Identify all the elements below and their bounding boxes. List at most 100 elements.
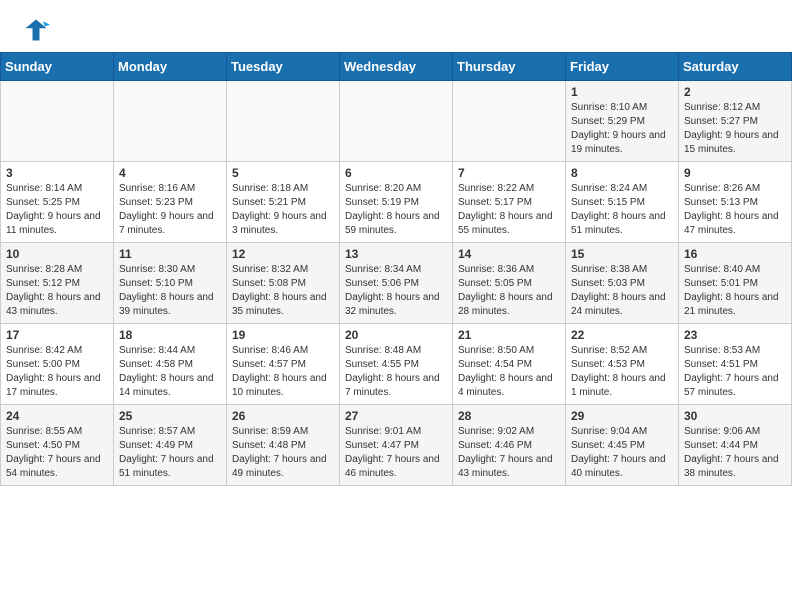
calendar-cell: 15 Sunrise: 8:38 AM Sunset: 5:03 PM Dayli… <box>566 243 679 324</box>
day-info: Sunrise: 8:42 AM Sunset: 5:00 PM Dayligh… <box>6 344 108 400</box>
header-row: Sunday Monday Tuesday Wednesday Thursday… <box>1 53 792 81</box>
day-info: Sunrise: 8:22 AM Sunset: 5:17 PM Dayligh… <box>458 182 560 238</box>
day-number: 1 <box>571 85 673 99</box>
calendar-cell: 30 Sunrise: 9:06 AM Sunset: 4:44 PM Dayli… <box>679 405 792 486</box>
day-info: Sunrise: 8:24 AM Sunset: 5:15 PM Dayligh… <box>571 182 673 238</box>
calendar-cell: 22 Sunrise: 8:52 AM Sunset: 4:53 PM Dayli… <box>566 324 679 405</box>
calendar-cell: 21 Sunrise: 8:50 AM Sunset: 4:54 PM Dayli… <box>453 324 566 405</box>
col-tuesday: Tuesday <box>227 53 340 81</box>
day-info: Sunrise: 8:46 AM Sunset: 4:57 PM Dayligh… <box>232 344 334 400</box>
day-number: 26 <box>232 409 334 423</box>
calendar-cell: 17 Sunrise: 8:42 AM Sunset: 5:00 PM Dayli… <box>1 324 114 405</box>
day-number: 24 <box>6 409 108 423</box>
day-info: Sunrise: 9:06 AM Sunset: 4:44 PM Dayligh… <box>684 425 786 481</box>
day-number: 27 <box>345 409 447 423</box>
calendar-week-2: 3 Sunrise: 8:14 AM Sunset: 5:25 PM Daylig… <box>1 162 792 243</box>
day-number: 20 <box>345 328 447 342</box>
day-info: Sunrise: 9:02 AM Sunset: 4:46 PM Dayligh… <box>458 425 560 481</box>
day-number: 9 <box>684 166 786 180</box>
calendar-week-5: 24 Sunrise: 8:55 AM Sunset: 4:50 PM Dayli… <box>1 405 792 486</box>
col-friday: Friday <box>566 53 679 81</box>
calendar-week-3: 10 Sunrise: 8:28 AM Sunset: 5:12 PM Dayli… <box>1 243 792 324</box>
calendar-cell: 27 Sunrise: 9:01 AM Sunset: 4:47 PM Dayli… <box>340 405 453 486</box>
day-info: Sunrise: 8:26 AM Sunset: 5:13 PM Dayligh… <box>684 182 786 238</box>
col-saturday: Saturday <box>679 53 792 81</box>
calendar-cell: 2 Sunrise: 8:12 AM Sunset: 5:27 PM Daylig… <box>679 81 792 162</box>
day-info: Sunrise: 8:12 AM Sunset: 5:27 PM Dayligh… <box>684 101 786 157</box>
day-info: Sunrise: 8:30 AM Sunset: 5:10 PM Dayligh… <box>119 263 221 319</box>
calendar-cell <box>227 81 340 162</box>
col-thursday: Thursday <box>453 53 566 81</box>
logo <box>20 16 50 44</box>
page-header <box>0 0 792 52</box>
calendar-header: Sunday Monday Tuesday Wednesday Thursday… <box>1 53 792 81</box>
day-info: Sunrise: 8:55 AM Sunset: 4:50 PM Dayligh… <box>6 425 108 481</box>
day-number: 18 <box>119 328 221 342</box>
calendar-cell: 14Sunrise: 8:36 AM Sunset: 5:05 PM Dayli… <box>453 243 566 324</box>
col-monday: Monday <box>114 53 227 81</box>
day-number: 3 <box>6 166 108 180</box>
calendar-cell: 1 Sunrise: 8:10 AM Sunset: 5:29 PM Daylig… <box>566 81 679 162</box>
day-info: Sunrise: 8:32 AM Sunset: 5:08 PM Dayligh… <box>232 263 334 319</box>
day-info: Sunrise: 8:34 AM Sunset: 5:06 PM Dayligh… <box>345 263 447 319</box>
day-info: Sunrise: 8:16 AM Sunset: 5:23 PM Dayligh… <box>119 182 221 238</box>
day-number: 22 <box>571 328 673 342</box>
day-info: Sunrise: 8:20 AM Sunset: 5:19 PM Dayligh… <box>345 182 447 238</box>
calendar-cell: 9 Sunrise: 8:26 AM Sunset: 5:13 PM Daylig… <box>679 162 792 243</box>
calendar-table: Sunday Monday Tuesday Wednesday Thursday… <box>0 52 792 486</box>
day-number: 17 <box>6 328 108 342</box>
day-number: 12 <box>232 247 334 261</box>
day-number: 6 <box>345 166 447 180</box>
calendar-cell: 4Sunrise: 8:16 AM Sunset: 5:23 PM Daylig… <box>114 162 227 243</box>
day-number: 10 <box>6 247 108 261</box>
day-number: 29 <box>571 409 673 423</box>
day-info: Sunrise: 8:50 AM Sunset: 4:54 PM Dayligh… <box>458 344 560 400</box>
day-number: 25 <box>119 409 221 423</box>
calendar-cell <box>453 81 566 162</box>
calendar-cell: 28 Sunrise: 9:02 AM Sunset: 4:46 PM Dayli… <box>453 405 566 486</box>
day-info: Sunrise: 8:28 AM Sunset: 5:12 PM Dayligh… <box>6 263 108 319</box>
day-number: 16 <box>684 247 786 261</box>
calendar-cell <box>1 81 114 162</box>
calendar-cell: 12 Sunrise: 8:32 AM Sunset: 5:08 PM Dayli… <box>227 243 340 324</box>
day-number: 15 <box>571 247 673 261</box>
col-wednesday: Wednesday <box>340 53 453 81</box>
calendar-cell: 5Sunrise: 8:18 AM Sunset: 5:21 PM Daylig… <box>227 162 340 243</box>
day-number: 11 <box>119 247 221 261</box>
calendar-cell: 25Sunrise: 8:57 AM Sunset: 4:49 PM Dayli… <box>114 405 227 486</box>
calendar-body: 1 Sunrise: 8:10 AM Sunset: 5:29 PM Daylig… <box>1 81 792 486</box>
day-info: Sunrise: 8:14 AM Sunset: 5:25 PM Dayligh… <box>6 182 108 238</box>
day-info: Sunrise: 8:18 AM Sunset: 5:21 PM Dayligh… <box>232 182 334 238</box>
logo-bird-icon <box>22 16 50 44</box>
day-number: 2 <box>684 85 786 99</box>
calendar-cell: 19Sunrise: 8:46 AM Sunset: 4:57 PM Dayli… <box>227 324 340 405</box>
calendar-week-1: 1 Sunrise: 8:10 AM Sunset: 5:29 PM Daylig… <box>1 81 792 162</box>
day-info: Sunrise: 8:38 AM Sunset: 5:03 PM Dayligh… <box>571 263 673 319</box>
calendar-cell: 3 Sunrise: 8:14 AM Sunset: 5:25 PM Daylig… <box>1 162 114 243</box>
calendar-week-4: 17 Sunrise: 8:42 AM Sunset: 5:00 PM Dayli… <box>1 324 792 405</box>
day-info: Sunrise: 8:36 AM Sunset: 5:05 PM Dayligh… <box>458 263 560 319</box>
calendar-cell: 16 Sunrise: 8:40 AM Sunset: 5:01 PM Dayli… <box>679 243 792 324</box>
day-info: Sunrise: 8:59 AM Sunset: 4:48 PM Dayligh… <box>232 425 334 481</box>
day-info: Sunrise: 8:52 AM Sunset: 4:53 PM Dayligh… <box>571 344 673 400</box>
day-number: 8 <box>571 166 673 180</box>
day-info: Sunrise: 8:53 AM Sunset: 4:51 PM Dayligh… <box>684 344 786 400</box>
day-info: Sunrise: 8:10 AM Sunset: 5:29 PM Dayligh… <box>571 101 673 157</box>
calendar-cell: 24 Sunrise: 8:55 AM Sunset: 4:50 PM Dayli… <box>1 405 114 486</box>
calendar-cell: 8 Sunrise: 8:24 AM Sunset: 5:15 PM Daylig… <box>566 162 679 243</box>
calendar-cell: 18Sunrise: 8:44 AM Sunset: 4:58 PM Dayli… <box>114 324 227 405</box>
calendar-cell: 29 Sunrise: 9:04 AM Sunset: 4:45 PM Dayli… <box>566 405 679 486</box>
day-number: 30 <box>684 409 786 423</box>
day-number: 28 <box>458 409 560 423</box>
calendar-cell <box>340 81 453 162</box>
day-number: 23 <box>684 328 786 342</box>
day-number: 7 <box>458 166 560 180</box>
day-info: Sunrise: 8:40 AM Sunset: 5:01 PM Dayligh… <box>684 263 786 319</box>
day-info: Sunrise: 9:04 AM Sunset: 4:45 PM Dayligh… <box>571 425 673 481</box>
calendar-cell: 13Sunrise: 8:34 AM Sunset: 5:06 PM Dayli… <box>340 243 453 324</box>
calendar-cell: 7 Sunrise: 8:22 AM Sunset: 5:17 PM Daylig… <box>453 162 566 243</box>
calendar-cell: 11 Sunrise: 8:30 AM Sunset: 5:10 PM Dayli… <box>114 243 227 324</box>
day-number: 21 <box>458 328 560 342</box>
day-info: Sunrise: 9:01 AM Sunset: 4:47 PM Dayligh… <box>345 425 447 481</box>
calendar-cell: 26 Sunrise: 8:59 AM Sunset: 4:48 PM Dayli… <box>227 405 340 486</box>
